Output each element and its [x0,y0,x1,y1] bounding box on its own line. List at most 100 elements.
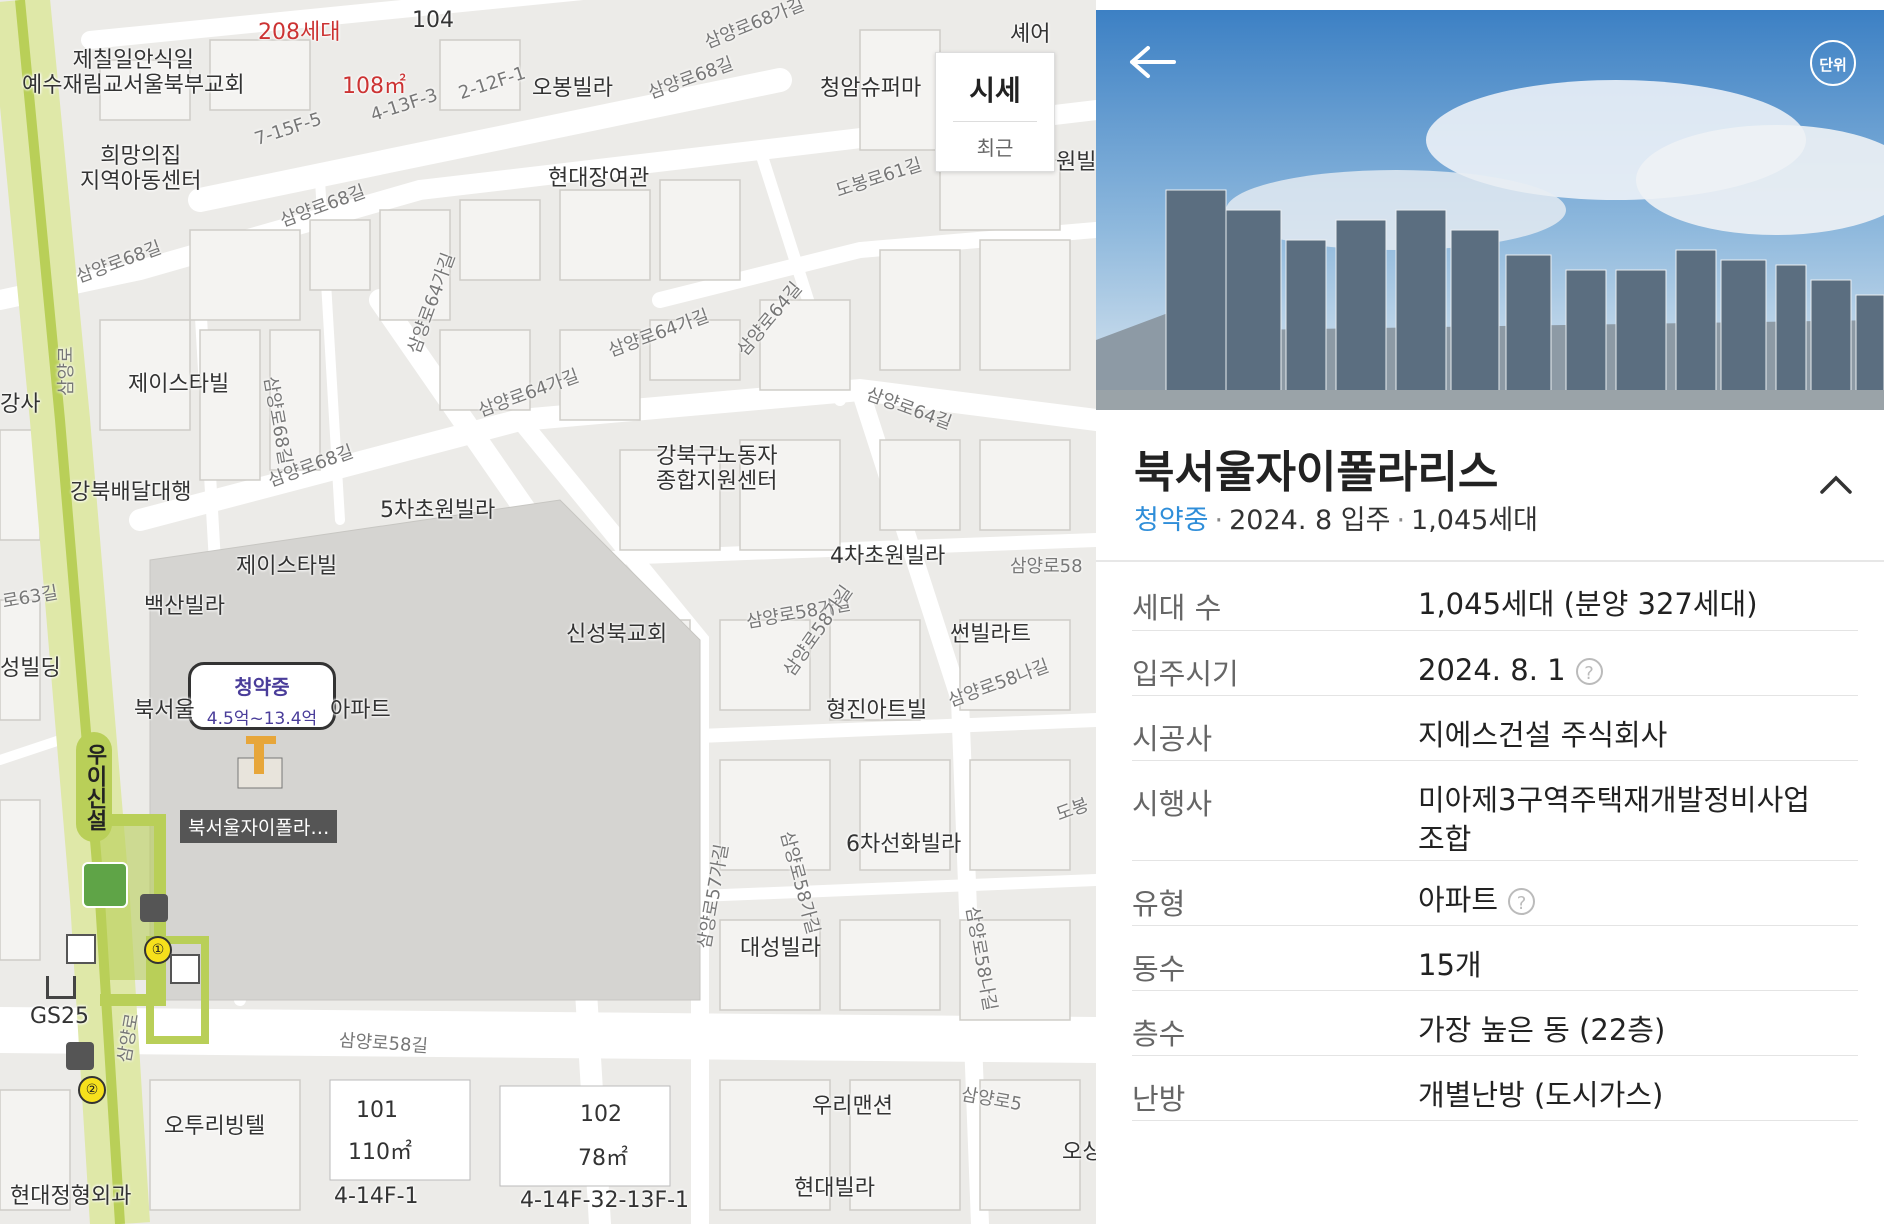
station-exit-2-icon[interactable]: ② [78,1076,106,1104]
info-key: 유형 [1132,860,1418,926]
map-place-label[interactable]: 104 [412,8,454,33]
info-row: 난방 개별난방 (도시가스) [1132,1055,1858,1121]
price-toggle-sub: 최근 [976,136,1014,160]
subscription-status: 청약중 [1134,505,1209,536]
complex-summary: 청약중 · 2024. 8 입주 · 1,045세대 [1134,498,1538,537]
detail-panel: 단위 북서울자이폴라리스 청약중 · 2024. 8 입주 · 1,045세대 세대 수… [1096,0,1884,1224]
map-place-label[interactable]: 101 [356,1098,398,1123]
map-place-label[interactable]: 제이스타빌 [236,554,337,579]
map-place-label[interactable]: 현대장여관 [548,166,649,191]
map-place-label[interactable]: 오봉빌라 [532,76,613,101]
complex-info-table: 세대 수 1,045세대 (분양 327세대) 입주시기 2024. 8. 1? 시공사… [1132,565,1858,1121]
info-value-cell: 지에스건설 주식회사 [1418,695,1858,761]
price-bubble[interactable]: 청약중 4.5억~13.4억 [188,662,336,730]
info-value-cell: 15개 [1418,925,1858,991]
help-question-icon[interactable]: ? [1508,888,1536,915]
back-arrow-icon[interactable] [1126,42,1178,82]
info-row: 동수 15개 [1132,925,1858,991]
map-place-label[interactable]: 4차초원빌라 [830,544,945,569]
road-name-label: 삼양로 [56,346,77,396]
map-place-label[interactable]: 희망의집 지역아동센터 [80,144,201,195]
info-row: 입주시기 2024. 8. 1? [1132,630,1858,696]
info-key: 난방 [1132,1055,1418,1121]
info-value-cell: 미아제3구역주택재개발정비사업 조합 [1418,760,1858,861]
info-value: 가장 높은 동 (22층) [1418,1012,1666,1047]
map-place-label[interactable]: GS25 [30,1004,89,1029]
skyline-illustration [1096,10,1884,410]
map-place-label[interactable]: 제이스타빌 [128,372,229,397]
info-row: 유형 아파트? [1132,860,1858,926]
help-question-icon[interactable]: ? [1575,658,1603,685]
map-view[interactable]: 우이신설 ① ② 청약중 4.5억~13.4억 북서울자이폴라… 시세 최근 2… [0,0,1096,1224]
info-value-cell: 가장 높은 동 (22층) [1418,990,1858,1056]
info-value: 2024. 8. 1 [1418,652,1566,687]
map-place-label[interactable]: 5차초원빌라 [380,498,495,523]
info-value-cell: 개별난방 (도시가스) [1418,1055,1858,1121]
map-place-label[interactable]: 제칠일안식일 예수재림교서울북부교회 [22,48,245,99]
map-place-label[interactable]: 208세대 [258,20,340,45]
map-place-label[interactable]: 대성빌라 [740,936,821,961]
map-place-label[interactable]: 백산빌라 [144,594,225,619]
map-place-label[interactable]: 78㎡ [578,1146,628,1171]
restroom-icon [66,934,96,964]
map-place-label[interactable]: 강북구노동자 종합지원센터 [656,444,777,495]
subway-line-badge[interactable]: 우이신설 [76,732,112,842]
map-place-label[interactable]: 아파트 [330,698,391,723]
map-place-label[interactable]: 6차선화빌라 [846,832,961,857]
map-place-label[interactable]: 신성북교회 [566,622,667,647]
map-place-label[interactable]: 4-14F-1 [334,1184,419,1209]
map-place-label[interactable]: 현대빌라 [794,1176,875,1201]
household-count: 1,045세대 [1411,505,1539,536]
info-value-cell: 2024. 8. 1? [1418,630,1858,696]
info-key: 입주시기 [1132,630,1418,696]
complex-name-tag[interactable]: 북서울자이폴라… [180,810,338,843]
info-value-cell: 1,045세대 (분양 327세대) [1418,565,1858,631]
divider [953,121,1037,122]
collapse-chevron-icon[interactable] [1816,468,1856,498]
restroom-icon [170,954,200,984]
info-key: 세대 수 [1132,565,1418,631]
map-place-label[interactable]: 썬빌라트 [950,622,1031,647]
map-place-label[interactable]: 형진아트빌 [826,698,927,723]
escalator-icon [66,1042,94,1070]
map-place-label[interactable]: 강북배달대행 [70,480,191,505]
separator: · [1214,505,1224,536]
escalator-icon [140,894,168,922]
subway-station-icon[interactable] [82,862,128,908]
map-place-label[interactable]: 110㎡ [348,1140,412,1165]
unit-toggle-button[interactable]: 단위 [1810,40,1856,86]
info-key: 층수 [1132,990,1418,1056]
map-place-label[interactable]: 청암슈퍼마 [820,76,921,101]
price-toggle-title: 시세 [969,74,1021,107]
info-key: 시행사 [1132,760,1418,861]
map-place-label[interactable]: 102 [580,1102,622,1127]
divider [1096,560,1884,562]
map-place-label[interactable]: 오싱 [1062,1140,1096,1165]
info-value: 15개 [1418,947,1482,982]
separator: · [1396,505,1406,536]
map-place-label[interactable]: 현대정형외과 [10,1184,131,1209]
map-place-label[interactable]: 4-14F-32-13F-1 [520,1188,689,1213]
info-row: 시공사 지에스건설 주식회사 [1132,695,1858,761]
apartment-pin-icon[interactable] [232,732,288,794]
info-row: 세대 수 1,045세대 (분양 327세대) [1132,565,1858,631]
station-exit-1-icon[interactable]: ① [144,936,172,964]
map-place-label[interactable]: 원빌 [1056,150,1096,175]
info-key: 시공사 [1132,695,1418,761]
map-place-label[interactable]: 성빌딩 [0,656,61,681]
info-value-cell: 아파트? [1418,860,1858,926]
info-value: 아파트 [1418,882,1499,917]
movein-date: 2024. 8 입주 [1229,505,1391,536]
info-value: 개별난방 (도시가스) [1418,1077,1664,1112]
map-place-label[interactable]: 북서울 [134,698,195,723]
map-place-label[interactable]: 오투리빙텔 [164,1114,265,1139]
map-place-label[interactable]: 셰어 [1010,22,1050,47]
price-toggle[interactable]: 시세 최근 [935,52,1055,172]
info-value: 미아제3구역주택재개발정비사업 조합 [1418,782,1810,856]
map-place-label[interactable]: 우리맨션 [812,1094,893,1119]
info-value: 지에스건설 주식회사 [1418,717,1668,752]
road-name-label: 삼양로58 [1010,556,1083,577]
complex-photo [1096,10,1884,410]
bubble-status: 청약중 [234,675,290,699]
map-place-label[interactable]: 강사 [0,392,40,417]
